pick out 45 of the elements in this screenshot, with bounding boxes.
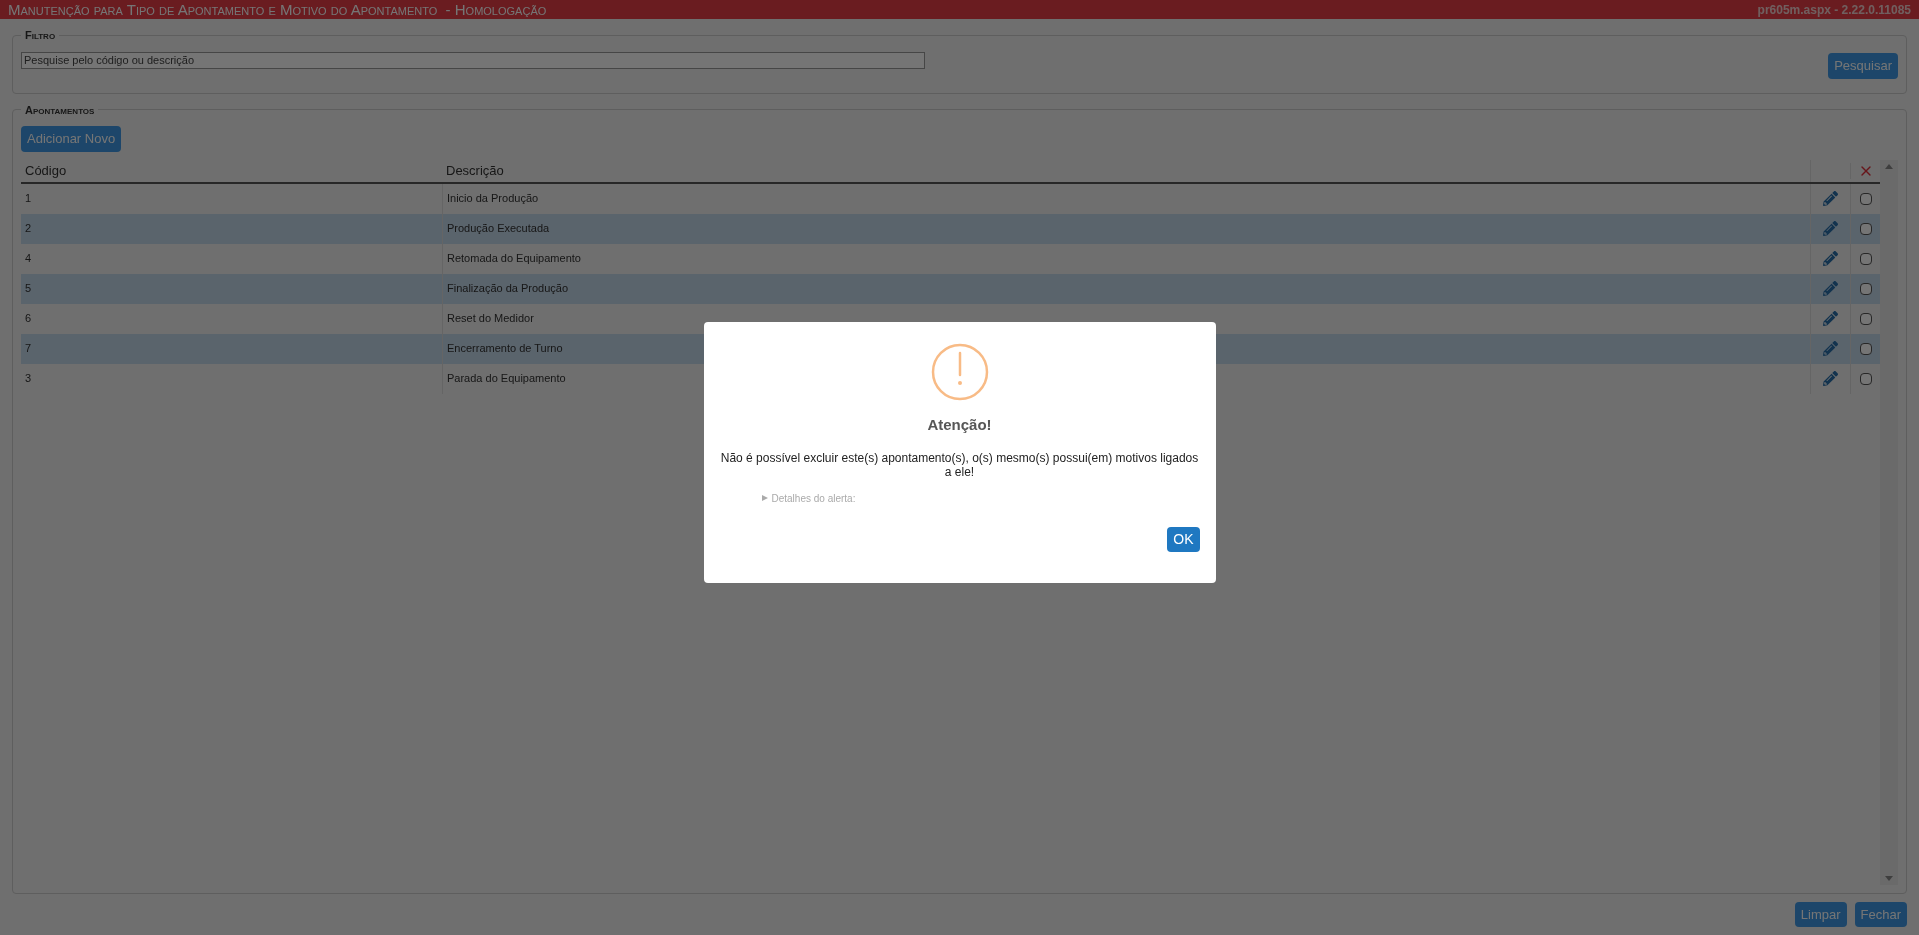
ok-button[interactable]: OK xyxy=(1167,526,1200,552)
version-text: pr605m.aspx - 2.22.0.11085 xyxy=(1757,1,1911,19)
scroll-up-icon[interactable] xyxy=(1885,163,1893,169)
scroll-down-icon[interactable] xyxy=(1885,875,1893,881)
search-button[interactable]: Pesquisar xyxy=(1828,53,1898,79)
checkbox[interactable] xyxy=(1859,312,1872,325)
checkbox[interactable] xyxy=(1859,252,1872,265)
checkbox[interactable] xyxy=(1859,222,1872,235)
details-toggle[interactable]: Detalhes do alerta: xyxy=(761,490,856,506)
edit-icon[interactable] xyxy=(1823,281,1838,296)
warning-icon xyxy=(930,343,989,401)
description-cell: Produção Executada xyxy=(442,213,1810,244)
code-cell-text: 7 xyxy=(24,341,33,357)
checkbox[interactable] xyxy=(1859,342,1872,355)
code-cell-text: 4 xyxy=(24,251,33,267)
description-cell: Finalização da Produção xyxy=(442,273,1810,304)
edit-icon[interactable] xyxy=(1823,251,1838,266)
page-title: Manutenção para Tipo de Apontamento e Motivo do Apontamento - Homologação xyxy=(8,2,547,17)
checkbox[interactable] xyxy=(1859,372,1872,385)
footer-button[interactable]: Fechar xyxy=(1854,901,1907,927)
dialog-title: Atenção! xyxy=(927,415,992,435)
description-cell: Retomada do Equipamento xyxy=(442,243,1810,274)
checkbox[interactable] xyxy=(1859,192,1872,205)
column-header: Descrição xyxy=(445,161,505,180)
code-cell-text: 6 xyxy=(24,311,33,327)
scrollbar[interactable] xyxy=(1880,159,1898,885)
code-cell-text: 5 xyxy=(24,281,33,297)
code-cell-text: 2 xyxy=(24,221,33,237)
code-cell-text: 1 xyxy=(24,191,33,207)
appointments-legend: Apontamentos xyxy=(21,101,99,118)
edit-icon[interactable] xyxy=(1823,371,1838,386)
description-cell: Inicio da Produção xyxy=(442,183,1810,214)
edit-icon[interactable] xyxy=(1823,311,1838,326)
footer-button[interactable]: Limpar xyxy=(1794,901,1847,927)
add-new-button[interactable]: Adicionar Novo xyxy=(21,126,122,152)
edit-icon[interactable] xyxy=(1823,221,1838,236)
triangle-icon xyxy=(761,495,768,501)
edit-icon[interactable] xyxy=(1823,191,1838,206)
filter-legend: Filtro xyxy=(21,27,60,44)
code-cell-text: 3 xyxy=(24,371,33,387)
column-header: Código xyxy=(24,161,68,180)
search-field[interactable]: Pesquise pelo código ou descrição xyxy=(21,51,925,69)
checkbox[interactable] xyxy=(1859,282,1872,295)
edit-icon[interactable] xyxy=(1823,341,1838,356)
dialog-message: Não é possível excluir este(s) apontamento(s), o(s) mesmo(s) possui(em) motivos ligados a ele! xyxy=(719,450,1200,479)
